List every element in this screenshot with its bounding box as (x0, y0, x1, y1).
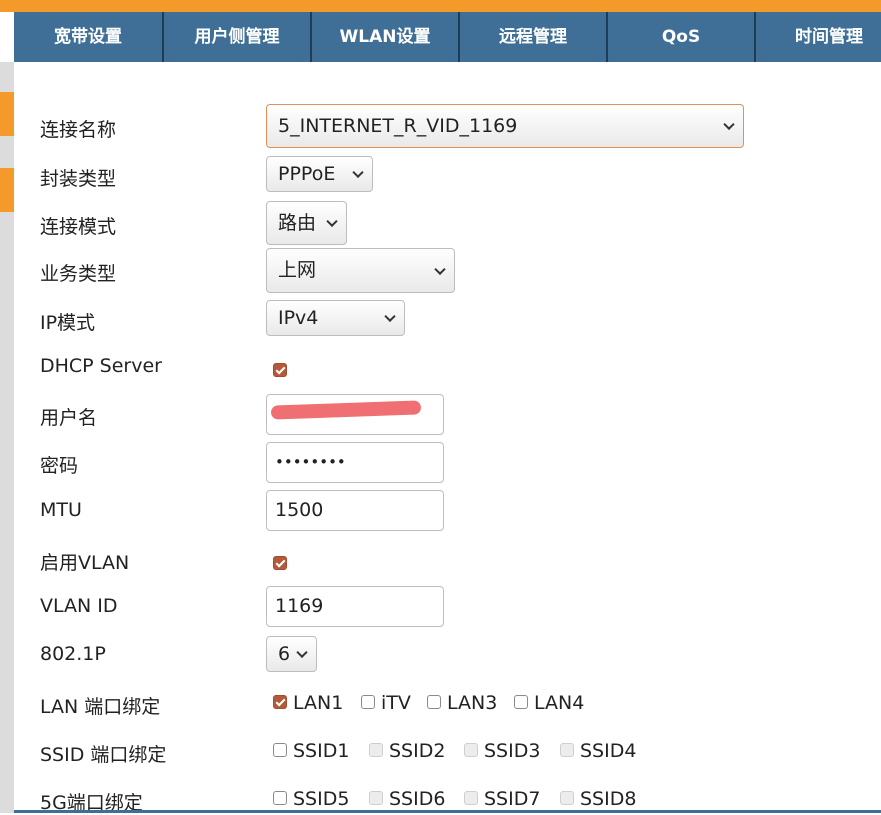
ssid1-checkbox[interactable] (273, 742, 287, 757)
tab-qos[interactable]: QoS (608, 12, 756, 62)
tab-user-side-management[interactable]: 用户侧管理 (164, 12, 312, 62)
itv-checkbox[interactable] (361, 694, 375, 709)
chevron-down-icon (434, 263, 446, 275)
ip-mode-select[interactable]: IPv4 (266, 300, 405, 336)
encapsulation-select[interactable]: PPPoE (266, 156, 373, 192)
dot1p-label: 802.1P (40, 643, 106, 665)
password-value: •••••••• (275, 453, 346, 471)
redaction-mark (270, 400, 422, 420)
ssid-option-ssid7[interactable]: SSID7 (464, 788, 540, 810)
vlan-id-label: VLAN ID (40, 595, 118, 617)
vlan-id-input[interactable]: 1169 (266, 586, 444, 627)
chevron-down-icon (723, 118, 735, 131)
lan-binding-label: LAN 端口绑定 (40, 696, 161, 718)
chevron-down-icon (326, 215, 338, 228)
ssid3-checkbox[interactable] (464, 742, 478, 757)
chevron-down-icon (352, 166, 364, 179)
ssid4-checkbox[interactable] (560, 742, 574, 757)
dot1p-value: 6 (278, 643, 291, 665)
ip-mode-value: IPv4 (278, 307, 319, 329)
encapsulation-label: 封装类型 (40, 168, 117, 190)
service-type-label: 业务类型 (40, 263, 117, 285)
mtu-value: 1500 (275, 499, 324, 521)
sidebar-marker-2[interactable] (0, 168, 14, 212)
ssid-option-ssid5[interactable]: SSID5 (273, 788, 349, 810)
username-label: 用户名 (40, 407, 98, 429)
tab-wlan-settings[interactable]: WLAN设置 (312, 12, 460, 62)
lan4-checkbox[interactable] (514, 694, 528, 709)
connection-mode-value: 路由 (278, 212, 317, 234)
ssid-option-ssid8[interactable]: SSID8 (560, 788, 636, 810)
enable-vlan-label: 启用VLAN (40, 552, 130, 574)
lan-option-lan4[interactable]: LAN4 (514, 692, 584, 714)
lan1-checkbox[interactable] (273, 694, 287, 709)
top-accent-bar (0, 0, 881, 12)
row-dhcp-server: DHCP Server (40, 354, 860, 377)
lan-option-lan3[interactable]: LAN3 (427, 692, 497, 714)
chevron-down-icon (296, 646, 308, 659)
ssid-option-ssid4[interactable]: SSID4 (560, 740, 636, 762)
dot1p-select[interactable]: 6 (266, 636, 317, 672)
connection-mode-select[interactable]: 路由 (266, 201, 347, 245)
row-encapsulation: 封装类型 PPPoE (40, 156, 860, 192)
ssid-option-ssid1[interactable]: SSID1 (273, 740, 349, 762)
row-connection-name: 连接名称 5_INTERNET_R_VID_1169 (40, 104, 860, 148)
ssid-binding-label: SSID 端口绑定 (40, 744, 167, 766)
service-type-select[interactable]: 上网 (266, 248, 455, 293)
lan3-checkbox[interactable] (427, 694, 441, 709)
dhcp-server-checkbox[interactable] (273, 362, 287, 377)
mtu-label: MTU (40, 499, 82, 521)
tab-broadband-settings[interactable]: 宽带设置 (14, 12, 164, 62)
ssid2-checkbox[interactable] (369, 742, 383, 757)
sidebar-marker-1[interactable] (0, 92, 14, 136)
ssid-option-ssid3[interactable]: SSID3 (464, 740, 540, 762)
row-service-type: 业务类型 上网 (40, 248, 860, 293)
connection-mode-label: 连接模式 (40, 216, 117, 238)
connection-name-value: 5_INTERNET_R_VID_1169 (278, 115, 518, 137)
vlan-id-value: 1169 (275, 595, 324, 617)
connection-name-label: 连接名称 (40, 119, 117, 141)
lan-option-lan1[interactable]: LAN1 (273, 692, 343, 714)
password-input[interactable]: •••••••• (266, 442, 444, 483)
mtu-input[interactable]: 1500 (266, 490, 444, 531)
ssid7-checkbox[interactable] (464, 790, 478, 805)
ssid6-checkbox[interactable] (369, 790, 383, 805)
enable-vlan-checkbox[interactable] (273, 555, 287, 570)
username-input[interactable] (266, 394, 444, 435)
tab-remote-management[interactable]: 远程管理 (460, 12, 608, 62)
ssid5-checkbox[interactable] (273, 790, 287, 805)
ssid-option-ssid6[interactable]: SSID6 (369, 788, 445, 810)
lan-option-itv[interactable]: iTV (361, 692, 411, 714)
connection-name-select[interactable]: 5_INTERNET_R_VID_1169 (266, 104, 744, 148)
ssid8-checkbox[interactable] (560, 790, 574, 805)
ip-mode-label: IP模式 (40, 312, 96, 334)
dhcp-server-label: DHCP Server (40, 355, 162, 377)
chevron-down-icon (384, 310, 396, 323)
row-enable-vlan: 启用VLAN (40, 547, 860, 574)
ssid-option-ssid2[interactable]: SSID2 (369, 740, 445, 762)
tab-time-management[interactable]: 时间管理 (756, 12, 881, 62)
encapsulation-value: PPPoE (278, 163, 336, 185)
service-type-value: 上网 (278, 259, 317, 281)
row-dot1p: 802.1P 6 (40, 636, 860, 672)
row-ip-mode: IP模式 IPv4 (40, 300, 860, 336)
password-label: 密码 (40, 455, 79, 477)
row-connection-mode: 连接模式 路由 (40, 201, 860, 245)
main-nav: 宽带设置 用户侧管理 WLAN设置 远程管理 QoS 时间管理 (14, 12, 881, 62)
